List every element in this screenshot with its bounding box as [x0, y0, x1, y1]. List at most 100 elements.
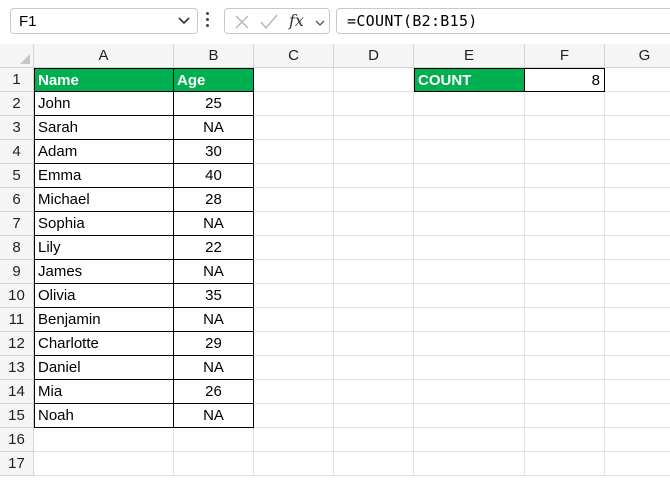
empty-cell[interactable] — [525, 308, 605, 332]
row-header[interactable]: 17 — [0, 452, 34, 476]
empty-cell[interactable] — [254, 164, 334, 188]
empty-cell[interactable] — [334, 116, 414, 140]
empty-cell[interactable] — [334, 332, 414, 356]
table-row-age[interactable]: NA — [174, 260, 254, 284]
empty-cell[interactable] — [334, 140, 414, 164]
column-header-c[interactable]: C — [254, 44, 334, 68]
empty-cell[interactable] — [525, 260, 605, 284]
row-header[interactable]: 2 — [0, 92, 34, 116]
empty-cell[interactable] — [605, 212, 670, 236]
table-row-name[interactable]: Olivia — [34, 284, 174, 308]
empty-cell[interactable] — [334, 356, 414, 380]
empty-cell[interactable] — [525, 188, 605, 212]
table-row-age[interactable]: 26 — [174, 380, 254, 404]
empty-cell[interactable] — [414, 452, 525, 476]
empty-cell[interactable] — [334, 236, 414, 260]
empty-cell[interactable] — [525, 212, 605, 236]
table-row-age[interactable]: 22 — [174, 236, 254, 260]
column-header-f[interactable]: F — [525, 44, 605, 68]
empty-cell[interactable] — [254, 140, 334, 164]
empty-cell[interactable] — [334, 188, 414, 212]
empty-cell[interactable] — [254, 188, 334, 212]
empty-cell[interactable] — [605, 260, 670, 284]
table-row-age[interactable]: 25 — [174, 92, 254, 116]
column-header-e[interactable]: E — [414, 44, 525, 68]
empty-cell[interactable] — [254, 404, 334, 428]
row-header[interactable]: 1 — [0, 68, 34, 92]
table-row-name[interactable]: John — [34, 92, 174, 116]
empty-cell[interactable] — [525, 356, 605, 380]
empty-cell[interactable] — [525, 404, 605, 428]
table-row-age[interactable]: NA — [174, 212, 254, 236]
table-row-age[interactable]: NA — [174, 116, 254, 140]
empty-cell[interactable] — [334, 452, 414, 476]
empty-cell[interactable] — [525, 92, 605, 116]
chevron-down-icon[interactable] — [177, 13, 191, 34]
empty-cell[interactable] — [334, 212, 414, 236]
empty-cell[interactable] — [525, 116, 605, 140]
table-row-age[interactable]: NA — [174, 308, 254, 332]
empty-cell[interactable] — [334, 404, 414, 428]
table-row-age[interactable]: 28 — [174, 188, 254, 212]
column-header-a[interactable]: A — [34, 44, 174, 68]
check-icon[interactable] — [259, 13, 279, 36]
row-header[interactable]: 16 — [0, 428, 34, 452]
empty-cell[interactable] — [605, 332, 670, 356]
empty-cell[interactable] — [254, 332, 334, 356]
empty-cell[interactable] — [334, 260, 414, 284]
empty-cell[interactable] — [414, 116, 525, 140]
row-header[interactable]: 14 — [0, 380, 34, 404]
empty-cell[interactable] — [605, 68, 670, 92]
empty-cell[interactable] — [414, 188, 525, 212]
table-row-age[interactable]: NA — [174, 356, 254, 380]
empty-cell[interactable] — [605, 284, 670, 308]
empty-cell[interactable] — [605, 164, 670, 188]
empty-cell[interactable] — [254, 380, 334, 404]
row-header[interactable]: 15 — [0, 404, 34, 428]
empty-cell[interactable] — [525, 332, 605, 356]
name-box[interactable]: F1 — [10, 8, 198, 34]
empty-cell[interactable] — [414, 164, 525, 188]
empty-cell[interactable] — [414, 260, 525, 284]
select-all-corner[interactable] — [0, 44, 34, 68]
empty-cell[interactable] — [605, 140, 670, 164]
empty-cell[interactable] — [334, 284, 414, 308]
row-header[interactable]: 3 — [0, 116, 34, 140]
empty-cell[interactable] — [605, 116, 670, 140]
column-header-b[interactable]: B — [174, 44, 254, 68]
empty-cell[interactable] — [334, 380, 414, 404]
table-row-age[interactable]: 40 — [174, 164, 254, 188]
empty-cell[interactable] — [414, 404, 525, 428]
empty-cell[interactable] — [525, 284, 605, 308]
table-row-name[interactable]: Sophia — [34, 212, 174, 236]
empty-cell[interactable] — [414, 428, 525, 452]
empty-cell[interactable] — [34, 428, 174, 452]
row-header[interactable]: 13 — [0, 356, 34, 380]
empty-cell[interactable] — [525, 236, 605, 260]
table-row-name[interactable]: Noah — [34, 404, 174, 428]
cell-e1-count-label[interactable]: COUNT — [414, 68, 525, 92]
empty-cell[interactable] — [254, 428, 334, 452]
row-header[interactable]: 4 — [0, 140, 34, 164]
table-row-name[interactable]: Michael — [34, 188, 174, 212]
empty-cell[interactable] — [414, 140, 525, 164]
column-header-d[interactable]: D — [334, 44, 414, 68]
table-row-age[interactable]: 29 — [174, 332, 254, 356]
empty-cell[interactable] — [334, 428, 414, 452]
empty-cell[interactable] — [334, 308, 414, 332]
table-row-age[interactable]: 30 — [174, 140, 254, 164]
empty-cell[interactable] — [414, 236, 525, 260]
empty-cell[interactable] — [34, 452, 174, 476]
empty-cell[interactable] — [605, 236, 670, 260]
empty-cell[interactable] — [414, 380, 525, 404]
cell-a1-name-header[interactable]: Name — [34, 68, 174, 92]
table-row-name[interactable]: Daniel — [34, 356, 174, 380]
empty-cell[interactable] — [254, 356, 334, 380]
formula-input[interactable]: =COUNT(B2:B15) — [336, 8, 670, 34]
cell-b1-age-header[interactable]: Age — [174, 68, 254, 92]
empty-cell[interactable] — [605, 92, 670, 116]
empty-cell[interactable] — [254, 92, 334, 116]
row-header[interactable]: 7 — [0, 212, 34, 236]
row-header[interactable]: 5 — [0, 164, 34, 188]
empty-cell[interactable] — [414, 92, 525, 116]
